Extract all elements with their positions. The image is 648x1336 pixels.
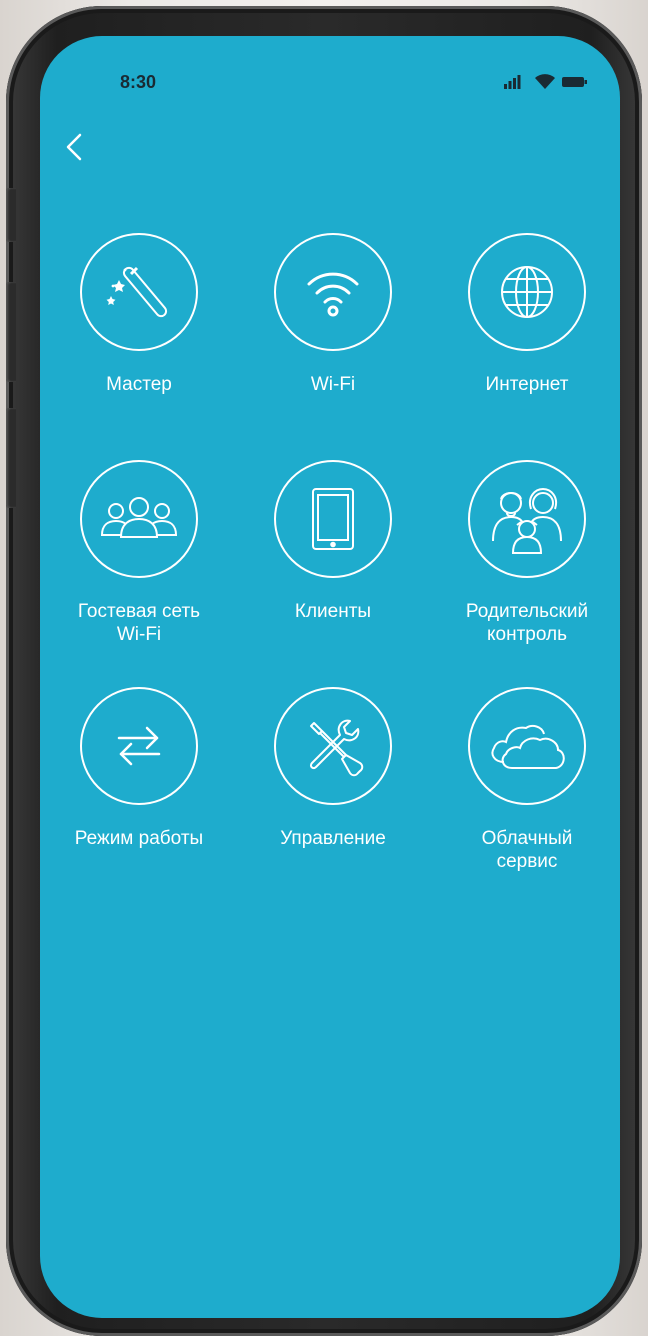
menu-item-clients[interactable]: Клиенты bbox=[248, 460, 418, 623]
menu-item-label: Гостевая сеть Wi-Fi bbox=[77, 601, 201, 645]
guest-users-icon bbox=[80, 460, 198, 578]
menu-item-label: Управление bbox=[280, 828, 386, 849]
menu-item-cloud-service[interactable]: Облачный сервис bbox=[442, 687, 612, 873]
battery-icon bbox=[562, 77, 587, 87]
magic-wand-icon bbox=[80, 233, 198, 351]
menu-item-label: Интернет bbox=[485, 374, 569, 395]
swap-arrows-icon bbox=[80, 687, 198, 805]
menu-item-label: Режим работы bbox=[74, 828, 204, 849]
menu-item-parental-control[interactable]: Родительский контроль bbox=[442, 460, 612, 646]
wifi-icon bbox=[535, 74, 555, 89]
cloud-icon bbox=[468, 687, 586, 805]
status-icons bbox=[504, 74, 587, 89]
back-button[interactable] bbox=[64, 132, 86, 162]
signal-icon bbox=[504, 75, 521, 89]
menu-item-internet[interactable]: Интернет bbox=[442, 233, 612, 396]
phone-frame: 8:30 Мастер Wi-Fi Интернет Гостевая сеть… bbox=[6, 6, 642, 1336]
menu-item-label: Облачный сервис bbox=[481, 828, 573, 872]
family-icon bbox=[468, 460, 586, 578]
volume-down-button bbox=[6, 408, 16, 508]
menu-item-label: Wi-Fi bbox=[310, 374, 356, 395]
menu-item-master[interactable]: Мастер bbox=[54, 233, 224, 396]
status-time: 8:30 bbox=[120, 72, 157, 92]
app-screen: 8:30 Мастер Wi-Fi Интернет Гостевая сеть… bbox=[40, 36, 620, 1318]
menu-item-label: Родительский контроль bbox=[465, 601, 589, 645]
menu-item-management[interactable]: Управление bbox=[248, 687, 418, 850]
volume-up-button bbox=[6, 282, 16, 382]
tablet-icon bbox=[274, 460, 392, 578]
mute-switch bbox=[6, 188, 16, 242]
tools-icon bbox=[274, 687, 392, 805]
menu-item-label: Мастер bbox=[106, 374, 172, 395]
globe-icon bbox=[468, 233, 586, 351]
menu-item-wifi[interactable]: Wi-Fi bbox=[248, 233, 418, 396]
menu-item-label: Клиенты bbox=[294, 601, 372, 622]
menu-item-operation-mode[interactable]: Режим работы bbox=[54, 687, 224, 850]
wifi-icon bbox=[274, 233, 392, 351]
menu-item-guest-wifi[interactable]: Гостевая сеть Wi-Fi bbox=[54, 460, 224, 646]
